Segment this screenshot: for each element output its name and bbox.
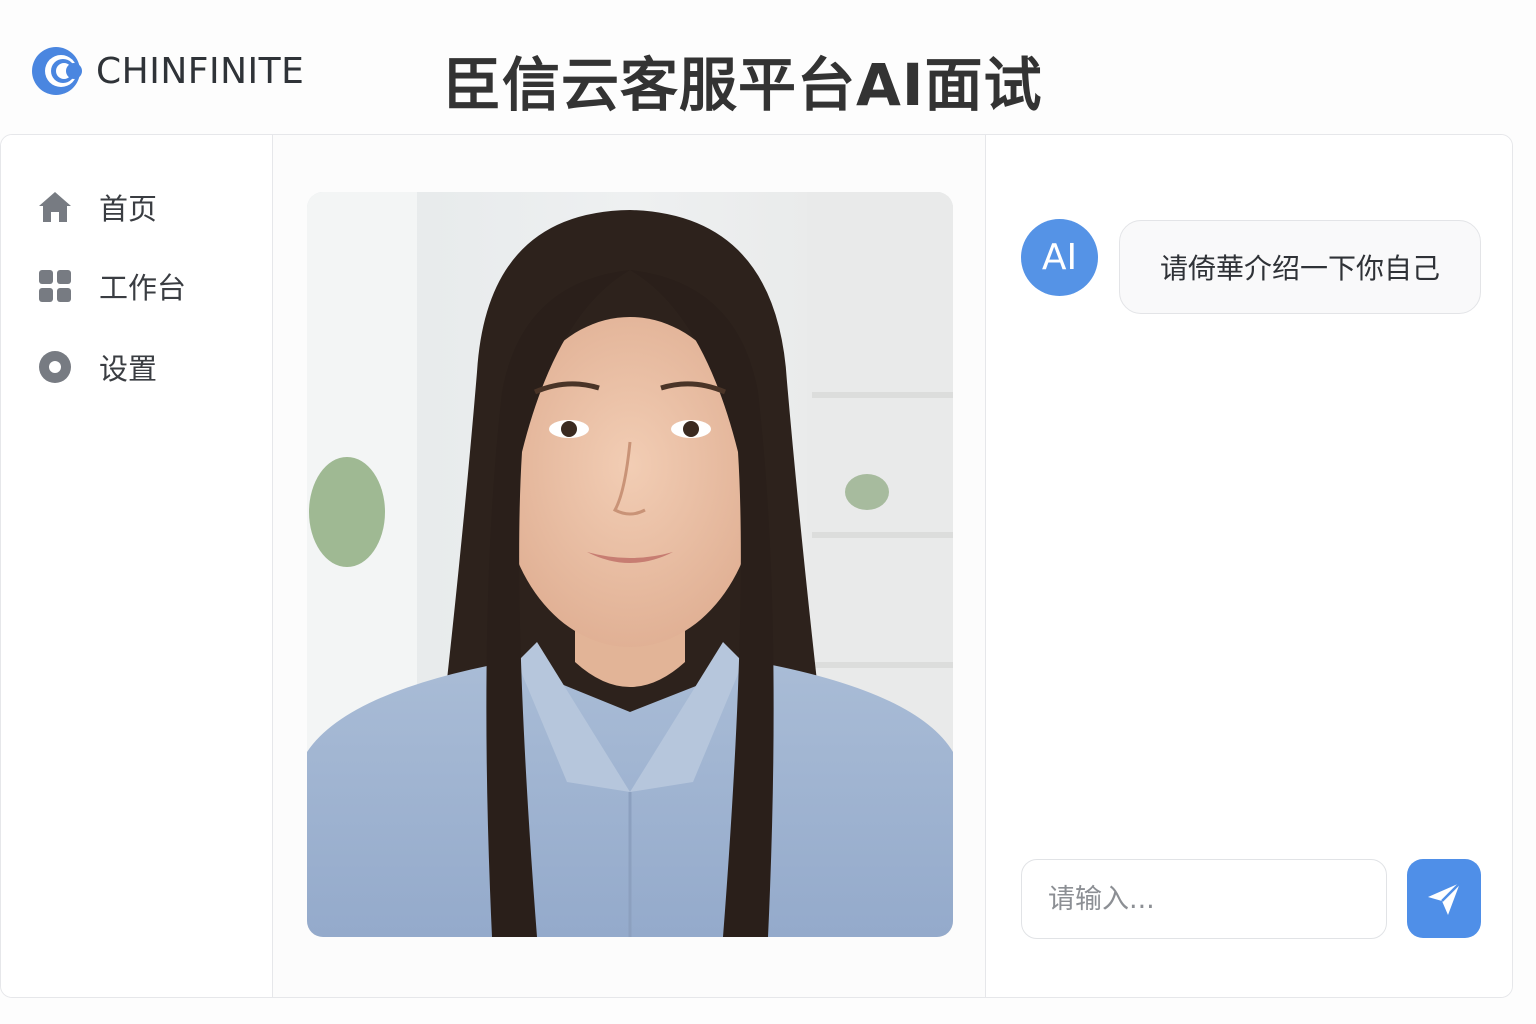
video-panel: [273, 135, 986, 997]
app-page: CHINFINITE 臣信云客服平台AI面试 首页 工作台 设置 AI 请倚華介…: [0, 0, 1536, 1024]
person-video-feed: [307, 192, 953, 937]
logo-icon: [32, 47, 82, 95]
sidebar-item-workbench[interactable]: 工作台: [37, 262, 186, 310]
home-icon: [37, 189, 73, 225]
chat-panel: AI 请倚華介绍一下你自己: [986, 135, 1512, 997]
sidebar-item-label: 工作台: [99, 271, 187, 305]
chat-input[interactable]: [1021, 859, 1387, 939]
send-icon: [1428, 881, 1461, 915]
chat-message-bubble: 请倚華介绍一下你自己: [1119, 220, 1481, 314]
grid-icon: [37, 268, 73, 304]
page-title: 臣信云客服平台AI面试: [443, 51, 1043, 119]
header: CHINFINITE 臣信云客服平台AI面试: [0, 0, 1536, 134]
sidebar-item-settings[interactable]: 设置: [37, 343, 157, 391]
settings-icon: [37, 349, 73, 385]
brand-name: CHINFINITE: [96, 50, 305, 92]
send-button[interactable]: [1407, 859, 1481, 938]
candidate-video: [307, 192, 953, 937]
main-card: 首页 工作台 设置 AI 请倚華介绍一下你自己 请输入...: [0, 134, 1513, 998]
sidebar-item-home[interactable]: 首页: [37, 183, 157, 231]
sidebar-item-label: 设置: [99, 352, 158, 386]
sidebar-item-label: 首页: [99, 192, 158, 226]
brand-logo[interactable]: CHINFINITE: [30, 44, 304, 98]
sidebar: 首页 工作台 设置: [1, 135, 273, 997]
ai-avatar: AI: [1021, 219, 1098, 296]
